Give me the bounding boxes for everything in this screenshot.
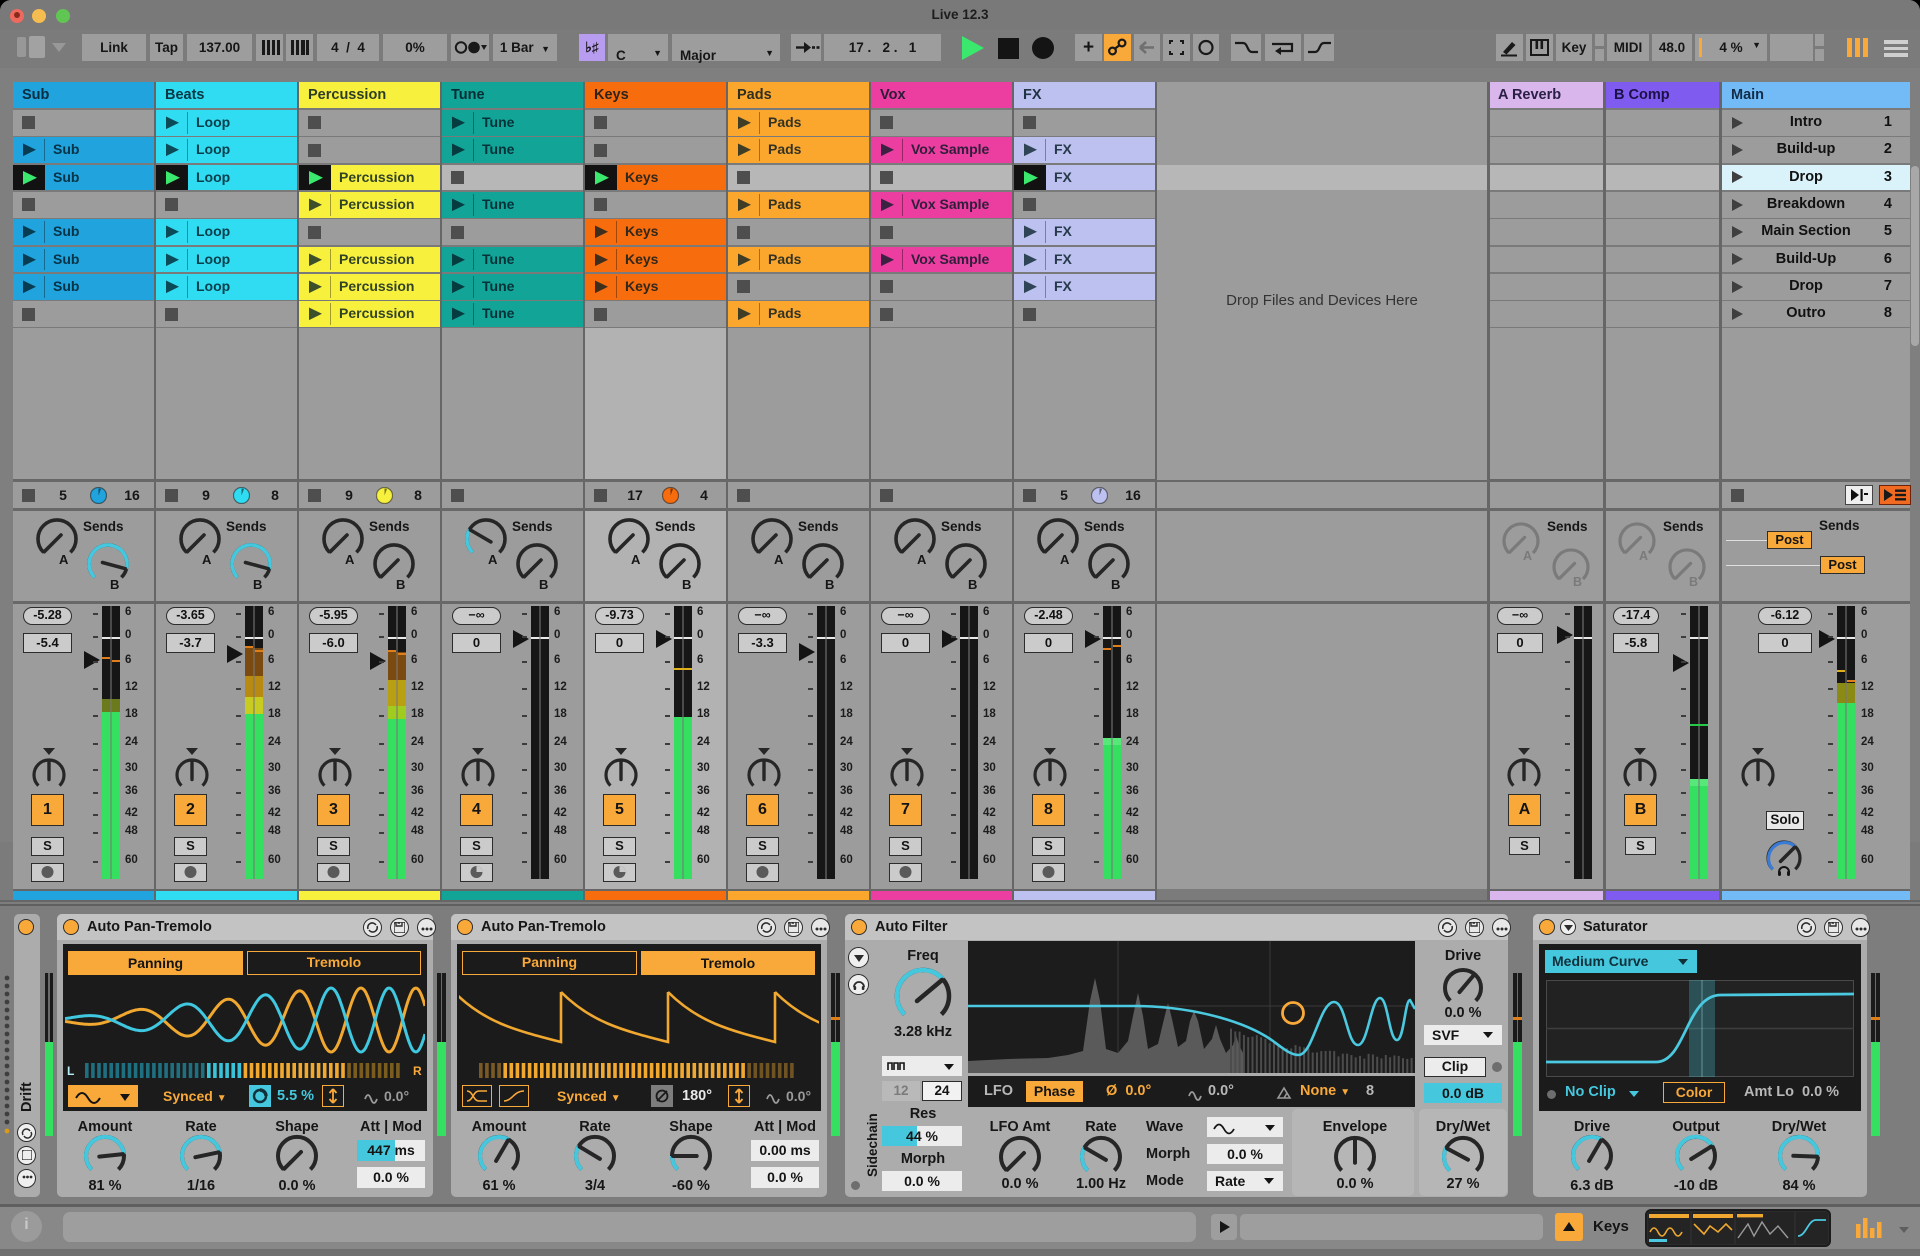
svg-text:B: B (682, 577, 691, 592)
svg-text:A: A (917, 552, 927, 567)
svg-text:B: B (825, 577, 834, 592)
svg-text:B: B (539, 577, 548, 592)
svg-text:A: A (59, 552, 69, 567)
svg-text:A: A (1060, 552, 1070, 567)
svg-text:A: A (1639, 549, 1648, 563)
svg-text:R: R (413, 1064, 422, 1078)
svg-text:A: A (1523, 549, 1532, 563)
svg-text:A: A (345, 552, 355, 567)
svg-text:B: B (1111, 577, 1120, 592)
svg-text:B: B (1689, 575, 1698, 589)
svg-text:B: B (110, 577, 119, 592)
svg-text:A: A (202, 552, 212, 567)
svg-text:A: A (631, 552, 641, 567)
svg-text:A: A (774, 552, 784, 567)
svg-text:B: B (396, 577, 405, 592)
svg-text:B: B (1573, 575, 1582, 589)
svg-text:A: A (488, 552, 498, 567)
svg-text:L: L (67, 1064, 74, 1078)
svg-text:B: B (253, 577, 262, 592)
svg-text:B: B (968, 577, 977, 592)
